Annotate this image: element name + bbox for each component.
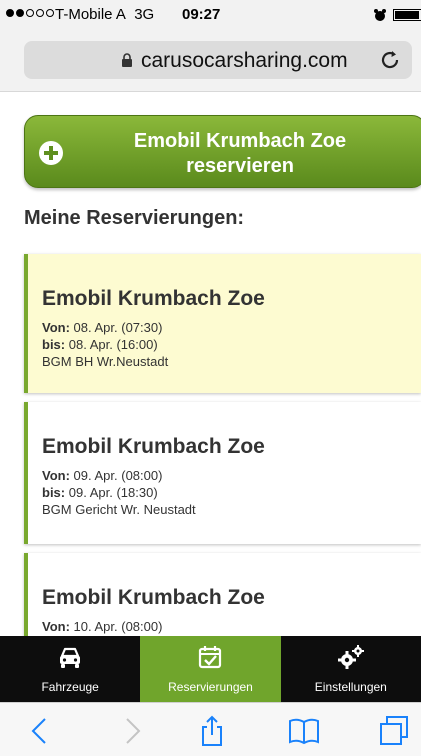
url-text: carusocarsharing.com [141, 49, 348, 72]
reserve-button-label: Emobil Krumbach Zoe reservieren [133, 130, 347, 177]
battery-icon [393, 9, 421, 21]
reservation-title: Emobil Krumbach Zoe [42, 435, 265, 458]
browser-url-area: carusocarsharing.com [0, 30, 421, 92]
reservation-from: Von: 09. Apr. (08:00) [42, 468, 163, 483]
reservation-card[interactable]: Emobil Krumbach Zoe Von: 08. Apr. (07:30… [24, 254, 421, 393]
tab-bar: Fahrzeuge Reservierungen Einstellungen [0, 636, 421, 702]
calendar-check-icon [199, 646, 222, 669]
reservation-until: bis: 09. Apr. (18:30) [42, 485, 158, 500]
share-icon[interactable] [196, 715, 228, 747]
network-type: 3G [134, 6, 155, 23]
signal-strength-icon [6, 9, 54, 17]
lock-icon [122, 53, 132, 67]
reservation-location: BGM BH Wr.Neustadt [42, 354, 169, 369]
status-bar: T-Mobile A 3G 09:27 [0, 0, 421, 30]
section-heading: Meine Reservierungen: [24, 207, 245, 229]
reservation-from: Von: 08. Apr. (07:30) [42, 320, 163, 335]
reservation-location: BGM Gericht Wr. Neustadt [42, 502, 196, 517]
gears-icon [337, 645, 364, 669]
tab-label: Einstellungen [314, 680, 387, 694]
car-icon [60, 647, 81, 668]
reservation-from: Von: 10. Apr. (08:00) [42, 619, 163, 634]
reservation-until: bis: 08. Apr. (16:00) [42, 337, 158, 352]
tab-label: Fahrzeuge [41, 680, 99, 694]
reload-icon[interactable] [379, 49, 401, 71]
tab-fahrzeuge[interactable]: Fahrzeuge [0, 636, 140, 702]
reservation-card[interactable]: Emobil Krumbach Zoe Von: 09. Apr. (08:00… [24, 402, 421, 544]
bookmarks-icon[interactable] [288, 715, 320, 747]
tab-reservierungen[interactable]: Reservierungen [140, 636, 281, 702]
back-icon[interactable] [24, 715, 56, 747]
alarm-icon [374, 9, 386, 21]
address-bar[interactable]: carusocarsharing.com [24, 41, 412, 79]
tab-label: Reservierungen [168, 680, 253, 694]
reserve-vehicle-button[interactable]: Emobil Krumbach Zoe reservieren [24, 115, 421, 188]
tab-einstellungen[interactable]: Einstellungen [281, 636, 421, 702]
reservation-title: Emobil Krumbach Zoe [42, 586, 265, 609]
plus-icon [39, 141, 63, 165]
reservation-title: Emobil Krumbach Zoe [42, 287, 265, 310]
forward-icon[interactable] [116, 715, 148, 747]
tabs-icon[interactable] [378, 715, 410, 747]
status-time: 09:27 [182, 6, 221, 23]
browser-toolbar [0, 702, 421, 756]
carrier-name: T-Mobile A 3G [55, 6, 155, 23]
